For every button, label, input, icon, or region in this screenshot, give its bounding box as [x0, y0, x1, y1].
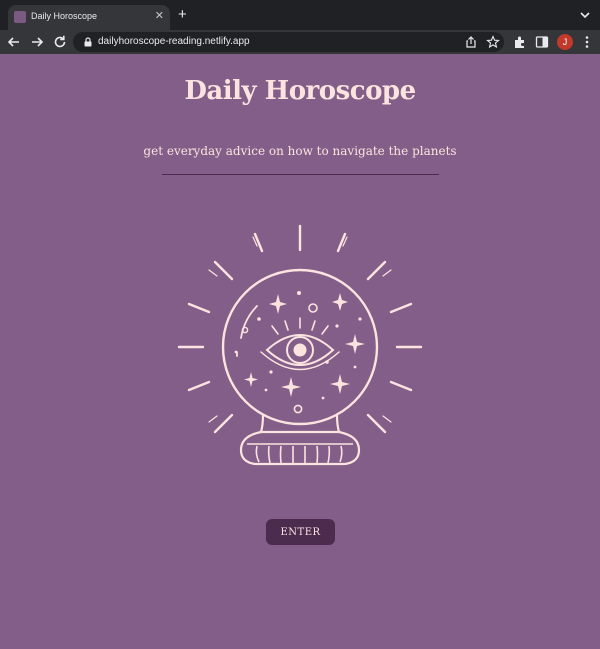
plus-icon[interactable]: +: [178, 7, 187, 23]
chevron-down-icon[interactable]: [578, 8, 592, 22]
reload-icon[interactable]: [52, 34, 68, 50]
tab-favicon-icon: [14, 11, 26, 23]
crystal-ball-icon: [177, 224, 423, 466]
kebab-menu-icon[interactable]: [580, 35, 594, 49]
avatar[interactable]: J: [557, 34, 573, 50]
page-content: Daily Horoscope get everyday advice on h…: [0, 54, 600, 649]
lock-icon[interactable]: [83, 37, 93, 47]
browser-tab[interactable]: Daily Horoscope ✕: [8, 5, 170, 30]
tab-title: Daily Horoscope: [31, 11, 98, 21]
forward-arrow-icon[interactable]: [29, 34, 45, 50]
url-text[interactable]: dailyhoroscope-reading.netlify.app: [98, 36, 250, 47]
browser-tab-bar: Daily Horoscope ✕ +: [0, 0, 600, 30]
star-icon[interactable]: [486, 35, 500, 49]
share-icon[interactable]: [464, 35, 478, 49]
address-bar[interactable]: dailyhoroscope-reading.netlify.app: [73, 32, 504, 52]
enter-button[interactable]: ENTER: [266, 519, 335, 545]
back-arrow-icon[interactable]: [6, 34, 22, 50]
extensions-icon[interactable]: [513, 35, 527, 49]
sidepanel-icon[interactable]: [535, 35, 549, 49]
page-subtitle: get everyday advice on how to navigate t…: [143, 144, 457, 158]
page-title: Daily Horoscope: [184, 76, 416, 106]
close-icon[interactable]: ✕: [155, 9, 164, 23]
browser-toolbar: dailyhoroscope-reading.netlify.app J: [0, 30, 600, 54]
divider: [162, 174, 439, 175]
